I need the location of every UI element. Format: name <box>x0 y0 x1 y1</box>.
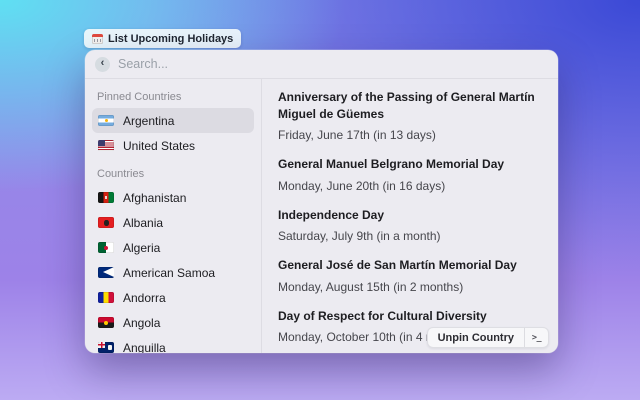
section-title-pinned-countries: Pinned Countries <box>97 91 254 103</box>
window-body: Pinned Countries Argentina United States… <box>85 79 558 353</box>
terminal-prompt-icon: >_ <box>532 333 541 343</box>
search-input[interactable] <box>118 57 548 71</box>
holiday-item: Independence Day Saturday, July 9th (in … <box>278 207 544 245</box>
united-states-flag-icon <box>98 140 114 151</box>
calendar-icon <box>92 34 103 44</box>
unpin-country-button[interactable]: Unpin Country <box>428 328 524 347</box>
country-sidebar: Pinned Countries Argentina United States… <box>85 79 262 353</box>
argentina-flag-icon <box>98 115 114 126</box>
sidebar-item-afghanistan[interactable]: Afghanistan <box>92 185 254 210</box>
sidebar-item-algeria[interactable]: Algeria <box>92 235 254 260</box>
extension-tag-label: List Upcoming Holidays <box>108 33 233 45</box>
holiday-title: Independence Day <box>278 207 544 224</box>
holiday-item: General Manuel Belgrano Memorial Day Mon… <box>278 156 544 194</box>
holiday-title: Anniversary of the Passing of General Ma… <box>278 89 544 122</box>
sidebar-item-angola[interactable]: Angola <box>92 310 254 335</box>
andorra-flag-icon <box>98 292 114 303</box>
holiday-title: Day of Respect for Cultural Diversity <box>278 308 544 325</box>
holiday-title: General Manuel Belgrano Memorial Day <box>278 156 544 173</box>
chevron-left-icon: ‹ <box>101 58 105 69</box>
afghanistan-flag-icon <box>98 192 114 203</box>
country-label: Anguilla <box>123 341 166 354</box>
country-label: Andorra <box>123 291 166 305</box>
desktop-background: List Upcoming Holidays ‹ Pinned Countrie… <box>0 0 640 400</box>
section-title-countries: Countries <box>97 168 254 180</box>
holiday-detail-pane: Anniversary of the Passing of General Ma… <box>262 79 558 353</box>
holiday-date: Monday, June 20th (in 16 days) <box>278 178 544 194</box>
country-label: Angola <box>123 316 160 330</box>
anguilla-flag-icon <box>98 342 114 353</box>
sidebar-item-american-samoa[interactable]: American Samoa <box>92 260 254 285</box>
raycast-window: ‹ Pinned Countries Argentina United Stat… <box>85 50 558 353</box>
country-label: Algeria <box>123 241 160 255</box>
action-bar: Unpin Country >_ <box>427 327 549 348</box>
sidebar-item-united-states[interactable]: United States <box>92 133 254 158</box>
albania-flag-icon <box>98 217 114 228</box>
angola-flag-icon <box>98 317 114 328</box>
sidebar-item-argentina[interactable]: Argentina <box>92 108 254 133</box>
back-button[interactable]: ‹ <box>95 57 110 72</box>
unpin-country-label: Unpin Country <box>438 332 514 344</box>
country-label: Afghanistan <box>123 191 186 205</box>
country-label: Argentina <box>123 114 174 128</box>
algeria-flag-icon <box>98 242 114 253</box>
country-label: Albania <box>123 216 163 230</box>
holiday-date: Monday, August 15th (in 2 months) <box>278 279 544 295</box>
holiday-date: Saturday, July 9th (in a month) <box>278 228 544 244</box>
sidebar-item-anguilla[interactable]: Anguilla <box>92 335 254 353</box>
sidebar-item-albania[interactable]: Albania <box>92 210 254 235</box>
american-samoa-flag-icon <box>98 267 114 278</box>
holiday-title: General José de San Martín Memorial Day <box>278 257 544 274</box>
holiday-item: General José de San Martín Memorial Day … <box>278 257 544 295</box>
actions-menu-button[interactable]: >_ <box>525 328 548 347</box>
extension-tag[interactable]: List Upcoming Holidays <box>84 29 241 48</box>
country-label: United States <box>123 139 195 153</box>
sidebar-item-andorra[interactable]: Andorra <box>92 285 254 310</box>
country-label: American Samoa <box>123 266 215 280</box>
holiday-date: Friday, June 17th (in 13 days) <box>278 127 544 143</box>
holiday-item: Anniversary of the Passing of General Ma… <box>278 89 544 143</box>
search-bar: ‹ <box>85 50 558 79</box>
